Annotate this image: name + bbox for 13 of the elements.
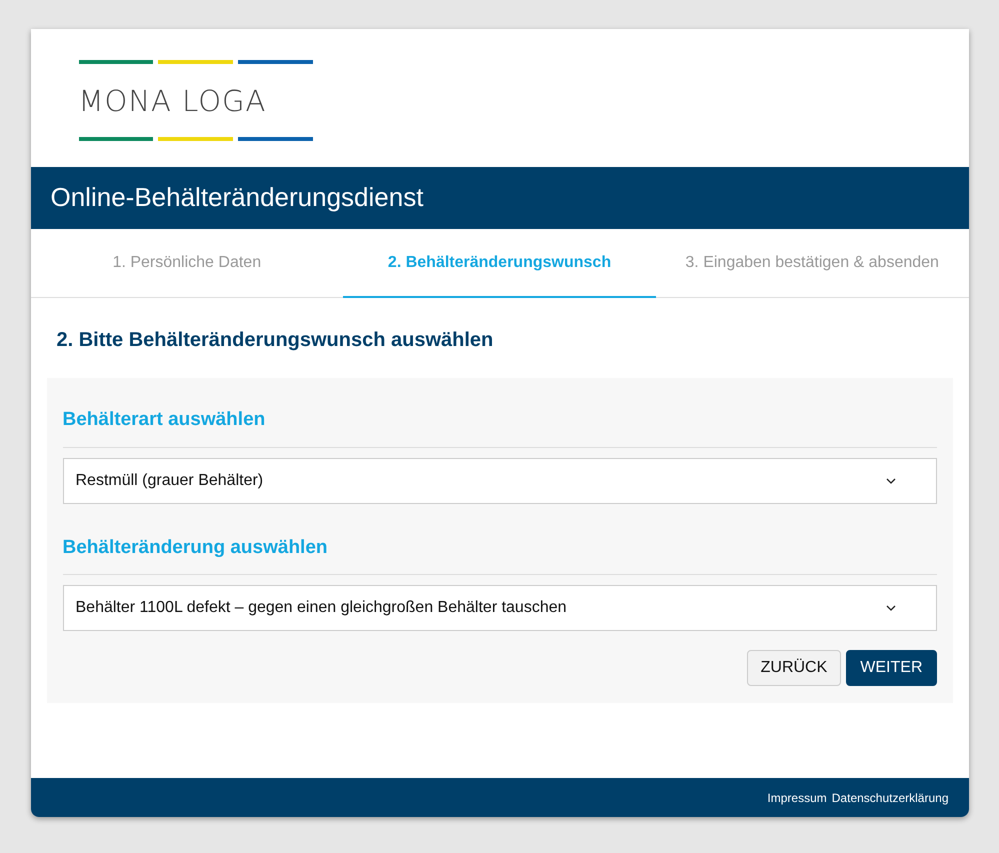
chevron-down-icon (886, 478, 896, 484)
chevron-down-icon (886, 605, 896, 611)
logo-text: MONA LOGA (78, 87, 266, 116)
back-button[interactable]: ZURÜCK (746, 650, 842, 686)
section-title: Behälteränderung auswählen (62, 526, 936, 575)
page-title: Online-Behälteränderungsdienst (50, 182, 424, 214)
select-field[interactable]: Behälter 1100L defekt – gegen einen gleichgroßen Behälter tauschen (62, 585, 936, 631)
next-button[interactable]: WEITER (846, 650, 936, 686)
footer-link[interactable]: Datenschutzerklärung (832, 788, 948, 806)
section-title: Behälterart auswählen (62, 398, 936, 448)
footer-link[interactable]: Impressum (767, 788, 827, 806)
select-field[interactable]: Restmüll (grauer Behälter) (62, 458, 936, 504)
section-heading: 2. Bitte Behälteränderungswunsch auswählen (56, 328, 494, 352)
